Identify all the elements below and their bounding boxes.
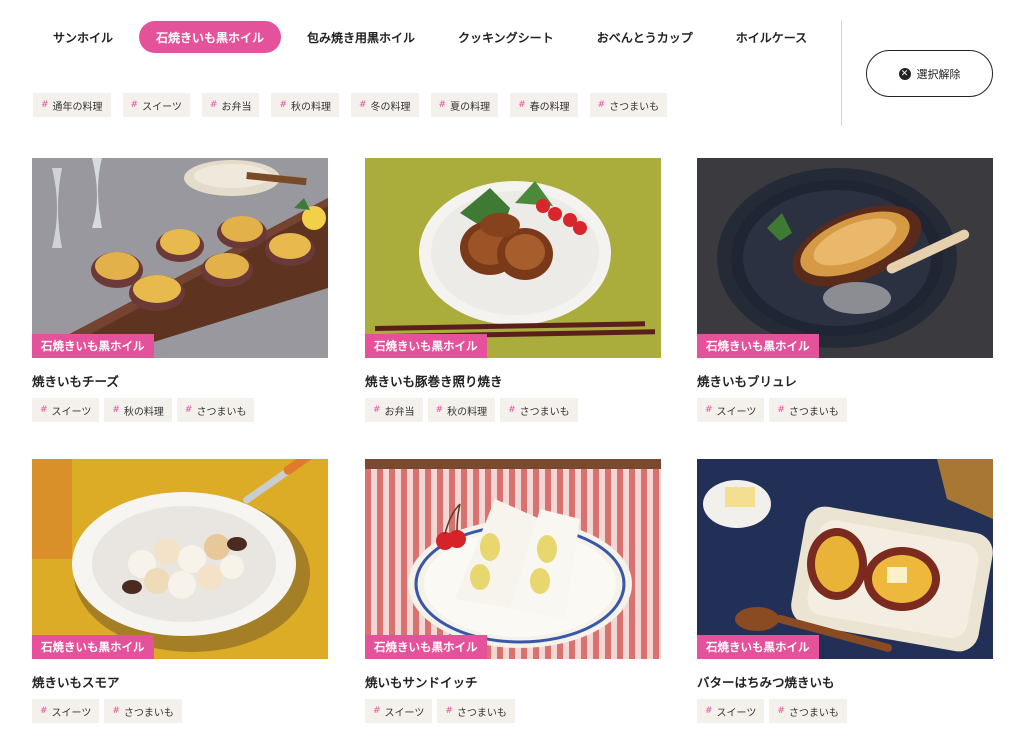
recipe-tag[interactable]: # さつまいも [437,699,515,723]
recipe-tag[interactable]: # さつまいも [500,398,578,422]
tab-bento-cup[interactable]: おべんとうカップ [580,21,710,53]
recipe-tags: # スイーツ # さつまいも [697,398,993,422]
filter-tag-sweet-potato[interactable]: # さつまいも [589,93,668,117]
recipe-tag[interactable]: # スイーツ [32,398,100,422]
recipe-tag[interactable]: # 秋の料理 [427,398,496,422]
tab-ishiyaki-black-foil[interactable]: 石焼きいも黒ホイル [139,21,282,53]
close-circle-icon: ✕ [898,67,911,80]
recipe-photo-butter-honey [697,459,993,659]
tab-cooking-sheet[interactable]: クッキングシート [441,21,571,53]
filter-tag-tsunen[interactable]: # 通年の料理 [33,93,111,117]
header-divider [841,20,842,126]
category-label: 石焼きいも黒ホイル [365,635,487,659]
recipe-tag[interactable]: # さつまいも [104,699,182,723]
recipe-tags: # スイーツ # さつまいも [32,699,328,723]
recipe-title[interactable]: バターはちみつ焼きいも [697,672,993,691]
category-tabs: サンホイル 石焼きいも黒ホイル 包み焼き用黒ホイル クッキングシート おべんとう… [36,21,833,53]
tab-tsutsumiyaki-black-foil[interactable]: 包み焼き用黒ホイル [290,21,432,53]
filter-tag-spring[interactable]: # 春の料理 [510,93,578,117]
recipe-tag[interactable]: # 秋の料理 [104,398,172,422]
recipe-tag[interactable]: # さつまいも [769,699,847,723]
recipe-tags: # スイーツ # さつまいも [697,699,993,723]
recipe-photo-brulee [697,158,993,358]
recipe-card-butter-honey[interactable]: 石焼きいも黒ホイル バターはちみつ焼きいも # スイーツ # さつまいも [697,459,993,723]
category-label: 石焼きいも黒ホイル [697,334,819,358]
filter-tag-bento[interactable]: # お弁当 [201,93,260,117]
category-label: 石焼きいも黒ホイル [697,635,819,659]
recipe-card-sandwich[interactable]: 石焼きいも黒ホイル 焼いもサンドイッチ # スイーツ # さつまいも [365,459,661,723]
recipe-tags: # スイーツ # 秋の料理 # さつまいも [32,398,328,422]
clear-selection-label: 選択解除 [916,67,961,81]
recipe-photo[interactable]: 石焼きいも黒ホイル [32,158,328,358]
recipe-photo[interactable]: 石焼きいも黒ホイル [365,459,661,659]
recipe-title[interactable]: 焼きいも豚巻き照り焼き [365,371,661,390]
filter-tag-summer[interactable]: # 夏の料理 [430,93,499,117]
recipe-tags: # スイーツ # さつまいも [365,699,661,723]
recipe-photo[interactable]: 石焼きいも黒ホイル [32,459,328,659]
category-label: 石焼きいも黒ホイル [32,334,154,358]
recipe-card-pork-roll[interactable]: 石焼きいも黒ホイル 焼きいも豚巻き照り焼き # お弁当 # 秋の料理 # さつまいも [365,158,661,422]
recipe-tag[interactable]: # スイーツ [697,699,765,723]
tab-sunfoil[interactable]: サンホイル [36,21,130,53]
recipe-photo-cheese [32,158,328,358]
recipe-card-brulee[interactable]: 石焼きいも黒ホイル 焼きいもブリュレ # スイーツ # さつまいも [697,158,993,422]
recipe-photo-sandwich [365,459,661,659]
filter-tags: # 通年の料理 # スイーツ # お弁当 # 秋の料理 # 冬の料理 # 夏の料理 # 春の料… [33,93,679,117]
recipe-tag[interactable]: # さつまいも [769,398,847,422]
recipe-tag[interactable]: # さつまいも [176,398,255,422]
recipe-tag[interactable]: # お弁当 [365,398,423,422]
recipe-card-smore[interactable]: 石焼きいも黒ホイル 焼きいもスモア # スイーツ # さつまいも [32,459,328,723]
recipe-title[interactable]: 焼いもサンドイッチ [365,672,661,691]
recipe-tags: # お弁当 # 秋の料理 # さつまいも [365,398,661,422]
recipe-photo-pork-roll [365,158,661,358]
filter-tag-sweets[interactable]: # スイーツ [122,93,190,117]
clear-selection-button[interactable]: ✕ 選択解除 [866,50,993,97]
recipe-photo[interactable]: 石焼きいも黒ホイル [365,158,661,358]
recipe-photo[interactable]: 石焼きいも黒ホイル [697,459,993,659]
recipe-card-cheese[interactable]: 石焼きいも黒ホイル 焼きいもチーズ # スイーツ # 秋の料理 # さつまいも [32,158,328,422]
filter-tag-autumn[interactable]: # 秋の料理 [271,93,339,117]
recipe-title[interactable]: 焼きいもチーズ [32,371,328,390]
recipe-photo[interactable]: 石焼きいも黒ホイル [697,158,993,358]
recipe-tag[interactable]: # スイーツ [32,699,100,723]
recipe-tag[interactable]: # スイーツ [697,398,765,422]
recipe-title[interactable]: 焼きいもブリュレ [697,371,993,390]
recipe-photo-smore [32,459,328,659]
category-label: 石焼きいも黒ホイル [365,334,487,358]
recipe-title[interactable]: 焼きいもスモア [32,672,328,691]
filter-tag-winter[interactable]: # 冬の料理 [351,93,419,117]
tab-foil-case[interactable]: ホイルケース [719,21,824,53]
recipe-tag[interactable]: # スイーツ [365,699,433,723]
category-label: 石焼きいも黒ホイル [32,635,154,659]
